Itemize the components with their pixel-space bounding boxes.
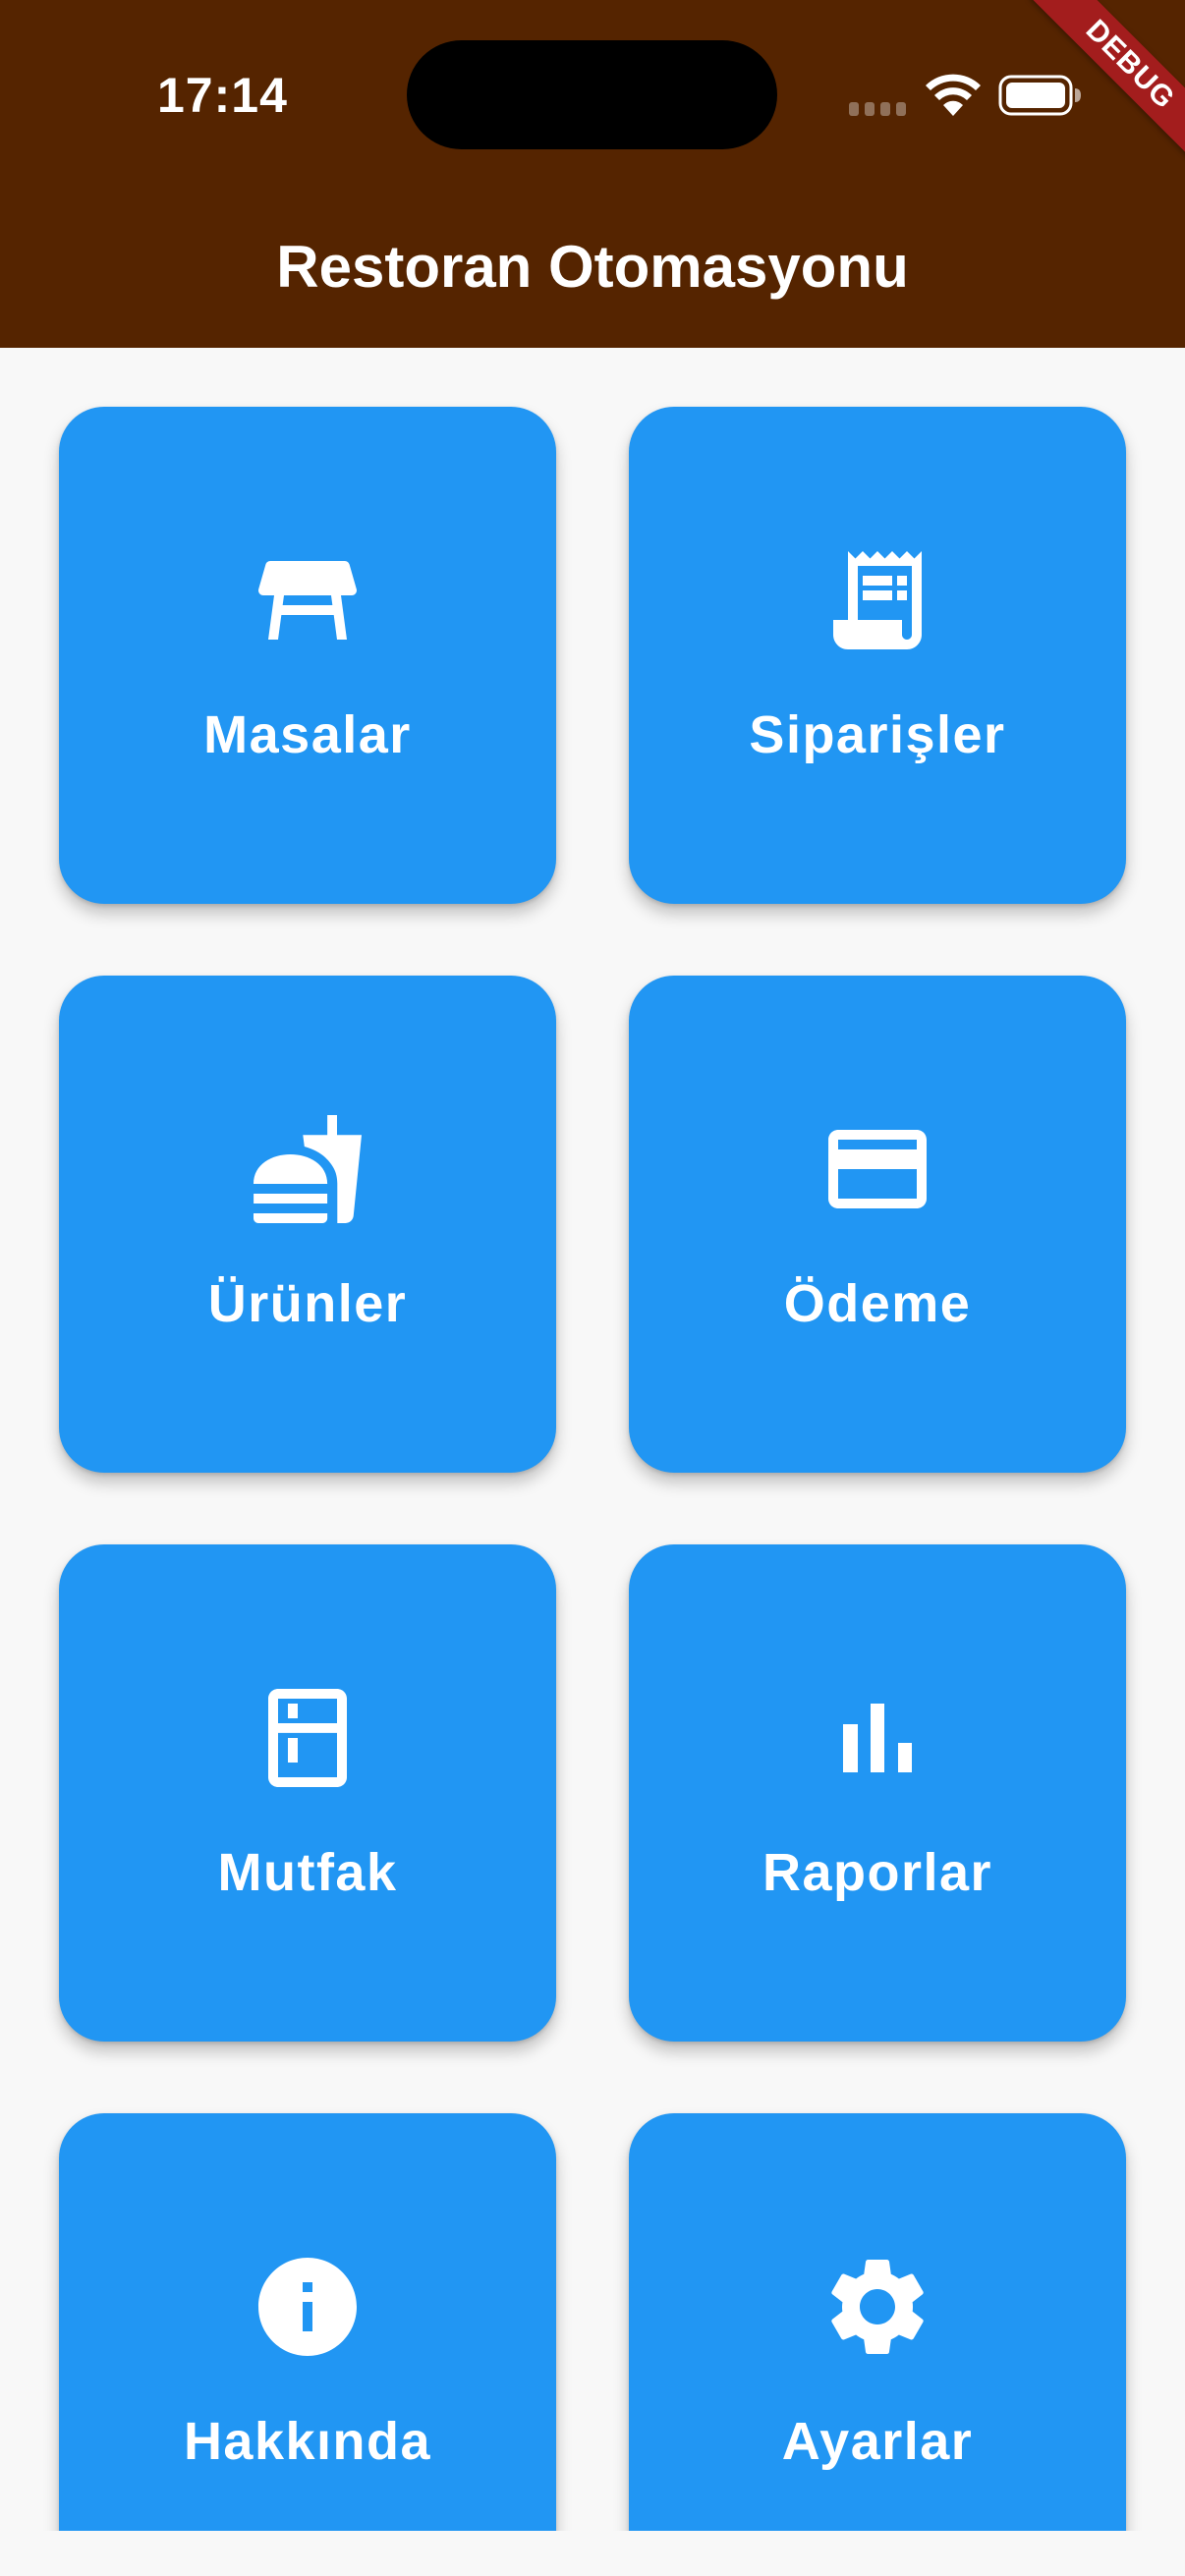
menu-tile-masalar[interactable]: Masalar bbox=[59, 407, 556, 904]
battery-icon bbox=[998, 75, 1081, 116]
status-bar-time: 17:14 bbox=[157, 68, 288, 123]
menu-tile-hakkinda[interactable]: Hakkında bbox=[59, 2113, 556, 2531]
menu-tile-label: Ödeme bbox=[783, 1274, 972, 1333]
credit-card-icon bbox=[828, 1130, 927, 1208]
app-bar: 17:14 Restoran Otomasyonu DEBUG bbox=[0, 0, 1185, 348]
info-icon bbox=[258, 2258, 357, 2356]
table-restaurant-icon bbox=[258, 561, 357, 640]
menu-tile-odeme[interactable]: Ödeme bbox=[629, 976, 1126, 1473]
fastfood-icon bbox=[254, 1115, 362, 1223]
menu-tile-label: Ürünler bbox=[207, 1274, 408, 1333]
menu-tile-mutfak[interactable]: Mutfak bbox=[59, 1544, 556, 2042]
cellular-signal-icon bbox=[849, 102, 906, 116]
dynamic-island bbox=[407, 40, 777, 149]
menu-tile-label: Masalar bbox=[203, 705, 412, 764]
settings-gear-icon bbox=[831, 2260, 924, 2354]
menu-tile-label: Ayarlar bbox=[781, 2412, 974, 2471]
menu-tile-label: Siparişler bbox=[749, 705, 1006, 764]
receipt-long-icon bbox=[833, 551, 922, 649]
bar-chart-icon bbox=[843, 1704, 912, 1772]
wifi-icon bbox=[926, 74, 981, 116]
kitchen-icon bbox=[268, 1689, 347, 1787]
menu-tile-ayarlar[interactable]: Ayarlar bbox=[629, 2113, 1126, 2531]
menu-tile-raporlar[interactable]: Raporlar bbox=[629, 1544, 1126, 2042]
page-title: Restoran Otomasyonu bbox=[276, 234, 909, 300]
menu-tile-label: Hakkında bbox=[183, 2412, 432, 2471]
menu-tile-label: Raporlar bbox=[762, 1843, 993, 1902]
menu-tile-label: Mutfak bbox=[217, 1843, 398, 1902]
menu-tile-urunler[interactable]: Ürünler bbox=[59, 976, 556, 1473]
menu-grid: Masalar Siparişler Ürünler Ödeme Mutfak bbox=[0, 348, 1185, 2531]
menu-tile-siparisler[interactable]: Siparişler bbox=[629, 407, 1126, 904]
